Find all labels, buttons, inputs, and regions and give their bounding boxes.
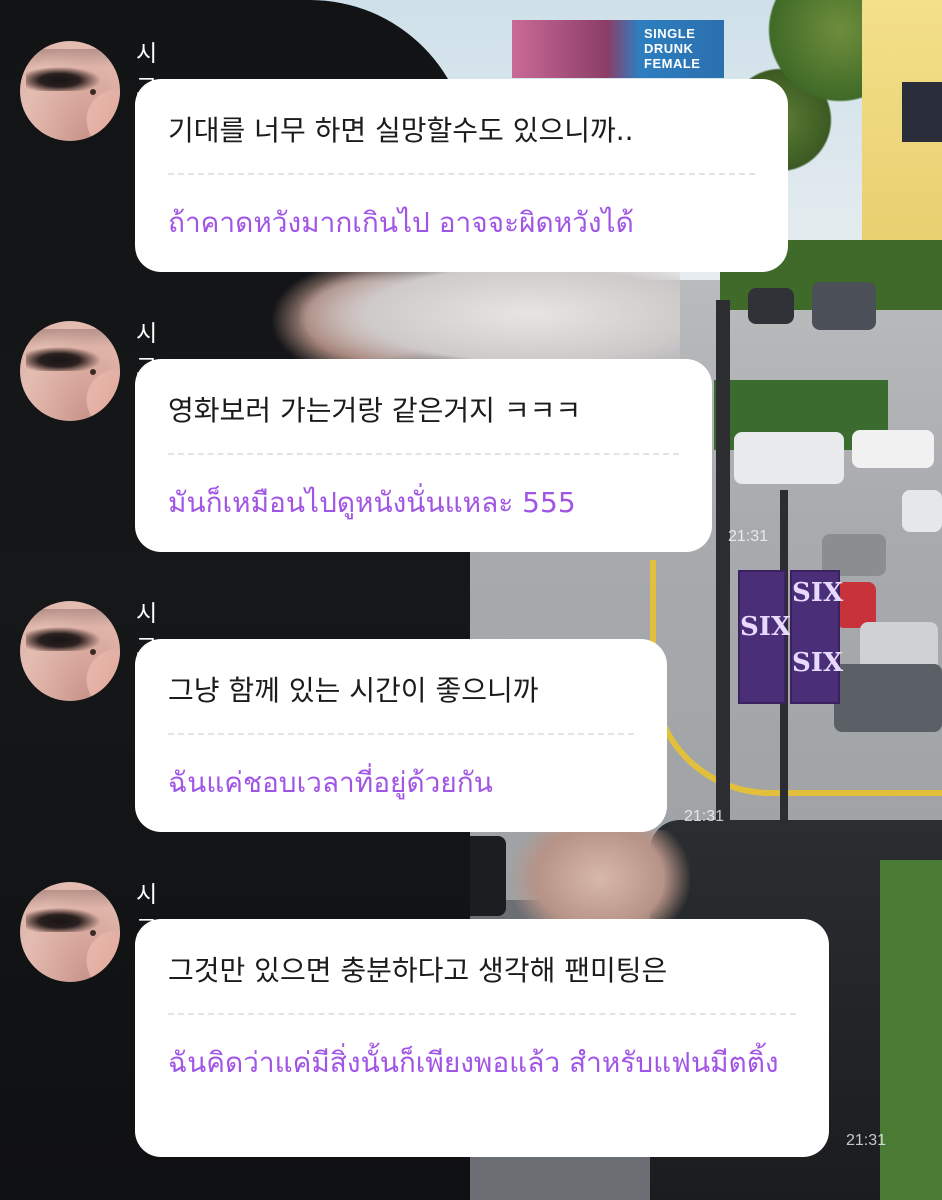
avatar[interactable] <box>20 601 120 701</box>
message-divider <box>168 173 755 175</box>
billboard-text: SINGLE DRUNK FEMALE <box>644 26 701 71</box>
background-billboard: SINGLE DRUNK FEMALE <box>512 20 724 78</box>
message-bubble[interactable]: 영화보러 가는거랑 같은거지 ㅋㅋㅋ มันก็เหมือนไปดูหนังนั… <box>135 359 712 552</box>
message-divider <box>168 733 634 735</box>
background-building <box>862 0 942 250</box>
message-korean-text: 기대를 너무 하면 실망할수도 있으니까.. <box>168 114 634 147</box>
background-car <box>748 288 794 324</box>
message-bubble[interactable]: 기대를 너무 하면 실망할수도 있으니까.. ถ้าคาดหวังมากเกิน… <box>135 79 788 272</box>
message-korean-text: 그것만 있으면 충분하다고 생각해 팬미팅은 <box>168 954 668 987</box>
message-thai-translation: ถ้าคาดหวังมากเกินไป อาจจะผิดหวังได้ <box>168 206 634 239</box>
background-plants <box>880 860 942 1200</box>
background-banner: SIX <box>738 570 791 704</box>
timestamp: 21:31 <box>684 808 725 825</box>
avatar[interactable] <box>20 321 120 421</box>
message-thai-translation: มันก็เหมือนไปดูหนังนั่นแหละ 555 <box>168 486 576 519</box>
message-korean-text: 그냥 함께 있는 시간이 좋으니까 <box>168 674 539 707</box>
background-pole <box>716 300 730 820</box>
background-car <box>734 432 844 484</box>
avatar[interactable] <box>20 882 120 982</box>
message-thai-translation: ฉันคิดว่าแค่มีสิ่งนั้นก็เพียงพอแล้ว สำหร… <box>168 1046 779 1079</box>
avatar-eye-icon <box>26 627 100 651</box>
timestamp: 21:31 <box>728 528 769 545</box>
background-car <box>860 622 938 670</box>
message-divider <box>168 453 679 455</box>
avatar-eye-icon <box>26 347 100 371</box>
avatar-eye-icon <box>26 67 100 91</box>
background-car <box>834 664 942 732</box>
message-divider <box>168 1013 796 1015</box>
message-bubble[interactable]: 그냥 함께 있는 시간이 좋으니까 ฉันแค่ชอบเวลาที่อยู่ด้… <box>135 639 667 832</box>
background-car <box>902 490 942 532</box>
message-thai-translation: ฉันแค่ชอบเวลาที่อยู่ด้วยกัน <box>168 766 493 799</box>
background-car <box>812 282 876 330</box>
timestamp: 21:31 <box>846 1132 887 1149</box>
background-banner: SIX SIX <box>790 570 843 704</box>
avatar-eye-icon <box>26 908 100 932</box>
message-korean-text: 영화보러 가는거랑 같은거지 ㅋㅋㅋ <box>168 394 582 427</box>
avatar[interactable] <box>20 41 120 141</box>
message-bubble[interactable]: 그것만 있으면 충분하다고 생각해 팬미팅은 ฉันคิดว่าแค่มีสิ่… <box>135 919 829 1157</box>
background-car <box>852 430 934 468</box>
